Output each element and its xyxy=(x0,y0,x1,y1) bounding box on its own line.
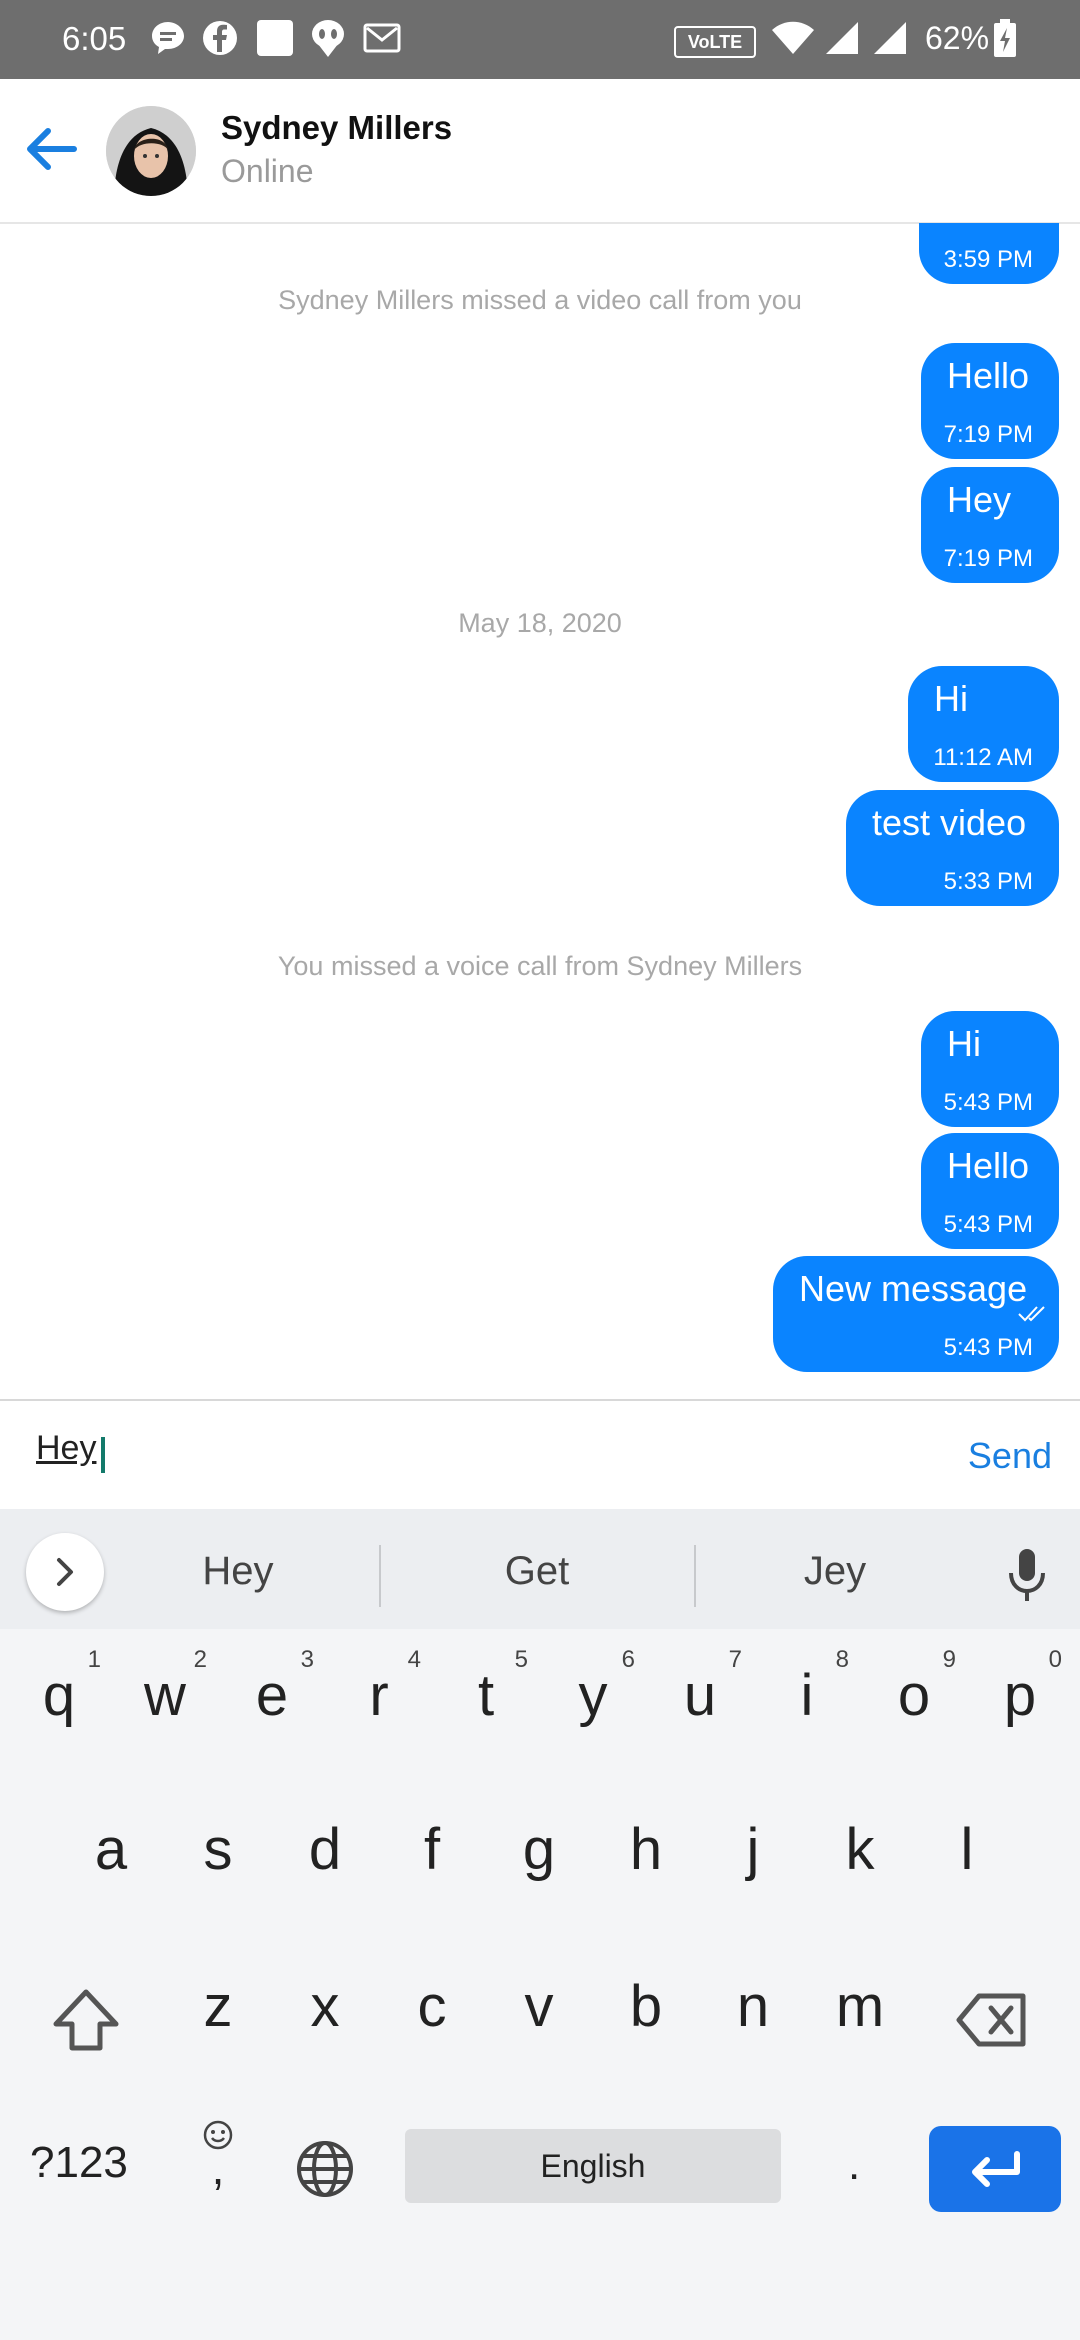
key-n[interactable]: n xyxy=(703,1957,803,2067)
outgoing-message[interactable]: Hi 5:43 PM xyxy=(921,1011,1059,1127)
key-g[interactable]: g xyxy=(489,1800,589,1910)
system-message: You missed a voice call from Sydney Mill… xyxy=(277,951,803,981)
key-w[interactable]: w2 xyxy=(115,1646,215,1756)
soft-keyboard: Hey Get Jey xyxy=(0,1509,1080,2340)
contact-avatar[interactable] xyxy=(106,106,196,196)
suggestion-divider xyxy=(379,1545,381,1607)
outgoing-message[interactable]: Hey 7:19 PM xyxy=(921,467,1059,583)
wifi-icon xyxy=(772,21,814,54)
date-divider: May 18, 2020 xyxy=(458,608,622,638)
gmail-icon xyxy=(363,23,401,53)
key-u[interactable]: u7 xyxy=(650,1646,750,1756)
message-time: 7:19 PM xyxy=(943,545,1033,572)
outgoing-message[interactable]: New message 5:43 PM xyxy=(773,1256,1059,1372)
key-f[interactable]: f xyxy=(382,1800,482,1910)
back-arrow-icon[interactable] xyxy=(22,119,82,179)
enter-arrow-icon xyxy=(972,2151,1020,2187)
message-text: Hello xyxy=(947,355,1030,396)
contact-name[interactable]: Sydney Millers xyxy=(221,109,452,147)
volte-badge: VoLTE xyxy=(674,26,756,58)
suggestion-2[interactable]: Get xyxy=(437,1549,637,1594)
chat-header: Sydney Millers Online xyxy=(0,79,1080,224)
outgoing-message[interactable]: test video 5:33 PM xyxy=(846,790,1059,906)
key-v[interactable]: v xyxy=(489,1957,589,2067)
message-text: test video xyxy=(872,802,1027,843)
read-receipt-icon xyxy=(1018,1306,1045,1322)
globe-icon xyxy=(297,2141,353,2197)
message-time: 5:43 PM xyxy=(943,1089,1033,1116)
message-time: 11:12 AM xyxy=(933,744,1033,771)
backspace-key[interactable] xyxy=(955,1988,1031,2052)
facebook-icon xyxy=(203,21,237,55)
symbols-key[interactable]: ?123 xyxy=(30,2138,128,2188)
message-time: 5:43 PM xyxy=(943,1211,1033,1238)
chevron-right-icon xyxy=(57,1558,73,1586)
suggestion-3[interactable]: Jey xyxy=(735,1549,935,1594)
expand-toolbar-button[interactable] xyxy=(26,1533,104,1611)
outgoing-message[interactable]: Hello 5:43 PM xyxy=(921,1133,1059,1249)
language-key[interactable] xyxy=(295,2139,355,2199)
microphone-icon[interactable] xyxy=(1005,1547,1049,1603)
shift-key[interactable] xyxy=(46,1986,126,2056)
key-a[interactable]: a xyxy=(61,1800,161,1910)
key-q[interactable]: q1 xyxy=(9,1646,109,1756)
key-y[interactable]: y6 xyxy=(543,1646,643,1756)
contact-status: Online xyxy=(221,153,314,189)
alien-icon xyxy=(312,20,344,57)
message-text: Hey xyxy=(947,479,1012,520)
key-r[interactable]: r4 xyxy=(329,1646,429,1756)
message-time: 7:19 PM xyxy=(943,421,1033,448)
key-o[interactable]: o9 xyxy=(864,1646,964,1756)
message-list[interactable]: 3:59 PM Sydney Millers missed a video ca… xyxy=(0,223,1080,1400)
period-key[interactable]: . xyxy=(848,2140,860,2190)
outgoing-message[interactable]: 3:59 PM xyxy=(919,223,1059,284)
key-x[interactable]: x xyxy=(275,1957,375,2067)
outgoing-message[interactable]: Hi 11:12 AM xyxy=(908,666,1059,782)
message-time: 5:43 PM xyxy=(943,1334,1033,1361)
key-l[interactable]: l xyxy=(917,1800,1017,1910)
key-k[interactable]: k xyxy=(810,1800,910,1910)
key-s[interactable]: s xyxy=(168,1800,268,1910)
outgoing-message[interactable]: Hello 7:19 PM xyxy=(921,343,1059,459)
suggestion-1[interactable]: Hey xyxy=(138,1549,338,1594)
message-text: Hello xyxy=(947,1145,1030,1186)
battery-charging-icon xyxy=(994,19,1016,57)
key-c[interactable]: c xyxy=(382,1957,482,2067)
message-text: New message xyxy=(799,1268,1028,1309)
system-message: Sydney Millers missed a video call from … xyxy=(278,285,802,315)
message-input[interactable]: Hey xyxy=(36,1429,96,1468)
message-composer: Hey Send xyxy=(0,1399,1080,1511)
signal-roaming-icon xyxy=(826,22,858,54)
suggestion-bar: Hey Get Jey xyxy=(0,1509,1080,1629)
message-text: Hi xyxy=(934,678,968,719)
chat-notification-icon xyxy=(152,22,184,54)
key-m[interactable]: m xyxy=(810,1957,910,2067)
status-time: 6:05 xyxy=(62,20,127,57)
key-z[interactable]: z xyxy=(168,1957,268,2067)
battery-percent: 62% xyxy=(925,20,990,56)
message-text: Hi xyxy=(947,1023,981,1064)
backspace-icon xyxy=(956,1993,1026,2047)
key-h[interactable]: h xyxy=(596,1800,696,1910)
enter-key[interactable] xyxy=(929,2126,1061,2212)
key-e[interactable]: e3 xyxy=(222,1646,322,1756)
status-bar: 6:05 VoLTE 62% xyxy=(0,0,1080,79)
text-cursor xyxy=(101,1437,105,1473)
key-b[interactable]: b xyxy=(596,1957,696,2067)
key-j[interactable]: j xyxy=(703,1800,803,1910)
key-d[interactable]: d xyxy=(275,1800,375,1910)
space-key[interactable]: English xyxy=(405,2129,781,2203)
emoji-comma-key[interactable]: , xyxy=(196,2118,240,2198)
message-time: 5:33 PM xyxy=(943,868,1033,895)
message-time: 3:59 PM xyxy=(943,246,1033,273)
key-t[interactable]: t5 xyxy=(436,1646,536,1756)
shift-icon xyxy=(53,1989,119,2051)
suggestion-divider xyxy=(694,1545,696,1607)
app-notification-icon xyxy=(257,20,293,56)
key-p[interactable]: p0 xyxy=(970,1646,1070,1756)
send-button[interactable]: Send xyxy=(968,1435,1052,1477)
signal-icon xyxy=(874,22,906,54)
key-i[interactable]: i8 xyxy=(757,1646,857,1756)
